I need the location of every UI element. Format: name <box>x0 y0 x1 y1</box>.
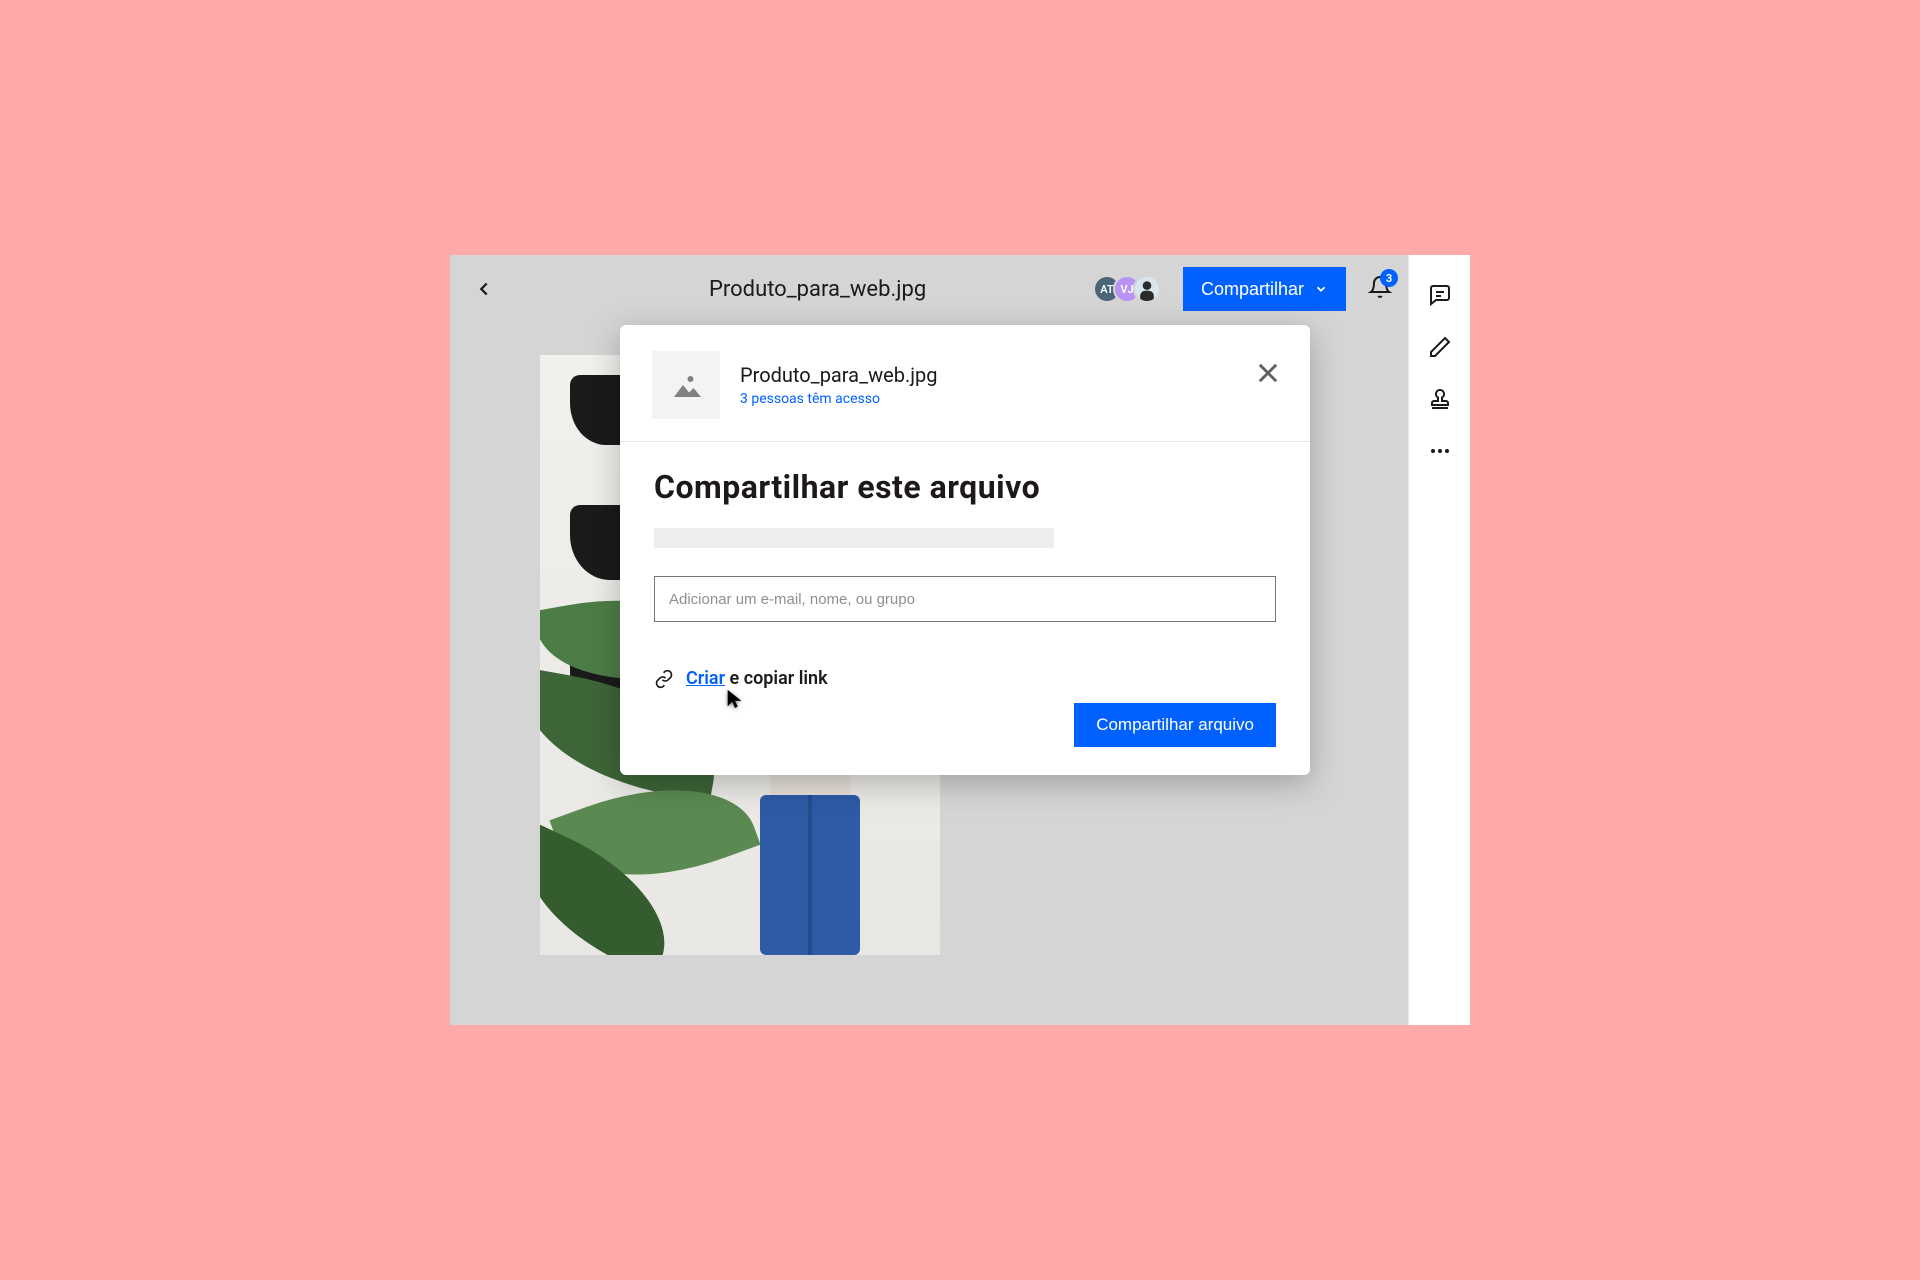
notification-count-badge: 3 <box>1380 269 1398 287</box>
modal-filename: Produto_para_web.jpg <box>740 363 937 387</box>
right-sidebar <box>1408 255 1470 1025</box>
stamp-button[interactable] <box>1428 387 1452 411</box>
create-link-action[interactable]: Criar <box>686 668 725 689</box>
link-icon <box>654 669 674 689</box>
share-file-button[interactable]: Compartilhar arquivo <box>1074 703 1276 747</box>
more-horizontal-icon <box>1428 439 1452 463</box>
share-button-label: Compartilhar <box>1201 279 1304 300</box>
app-window: Produto_para_web.jpg AT VJ Compartilhar … <box>450 255 1470 1025</box>
close-icon <box>1254 359 1282 387</box>
pencil-icon <box>1428 335 1452 359</box>
modal-footer: Compartilhar arquivo <box>654 689 1276 747</box>
modal-header: Produto_para_web.jpg 3 pessoas têm acess… <box>620 325 1310 442</box>
comments-button[interactable] <box>1428 283 1452 307</box>
image-icon <box>668 367 704 403</box>
create-link-rest: e copiar link <box>725 668 828 689</box>
close-button[interactable] <box>1254 359 1282 387</box>
create-link-row: Criar e copiar link <box>654 668 1276 689</box>
modal-body: Compartilhar este arquivo Criar e copiar… <box>620 442 1310 775</box>
file-thumbnail <box>652 351 720 419</box>
access-link[interactable]: 3 pessoas têm acesso <box>740 391 937 407</box>
more-button[interactable] <box>1428 439 1452 463</box>
share-button[interactable]: Compartilhar <box>1183 267 1346 311</box>
comment-icon <box>1428 283 1452 307</box>
back-button[interactable] <box>466 271 502 307</box>
placeholder-skeleton <box>654 528 1054 548</box>
file-meta: Produto_para_web.jpg 3 pessoas têm acess… <box>740 363 937 407</box>
share-modal: Produto_para_web.jpg 3 pessoas têm acess… <box>620 325 1310 775</box>
create-copy-link[interactable]: Criar e copiar link <box>686 668 828 689</box>
main-content-area: Produto_para_web.jpg AT VJ Compartilhar … <box>450 255 1408 1025</box>
chevron-left-icon <box>473 278 495 300</box>
recipient-input[interactable] <box>654 576 1276 622</box>
person-icon <box>1135 277 1159 301</box>
top-bar: Produto_para_web.jpg AT VJ Compartilhar … <box>450 255 1408 323</box>
stamp-icon <box>1428 387 1452 411</box>
avatar-stack[interactable]: AT VJ <box>1093 275 1161 303</box>
header-filename: Produto_para_web.jpg <box>709 277 926 302</box>
chevron-down-icon <box>1314 282 1328 296</box>
notifications-button[interactable]: 3 <box>1368 275 1392 303</box>
edit-button[interactable] <box>1428 335 1452 359</box>
header-right-cluster: AT VJ Compartilhar 3 <box>1093 267 1392 311</box>
modal-title: Compartilhar este arquivo <box>654 468 1276 506</box>
avatar[interactable] <box>1133 275 1161 303</box>
